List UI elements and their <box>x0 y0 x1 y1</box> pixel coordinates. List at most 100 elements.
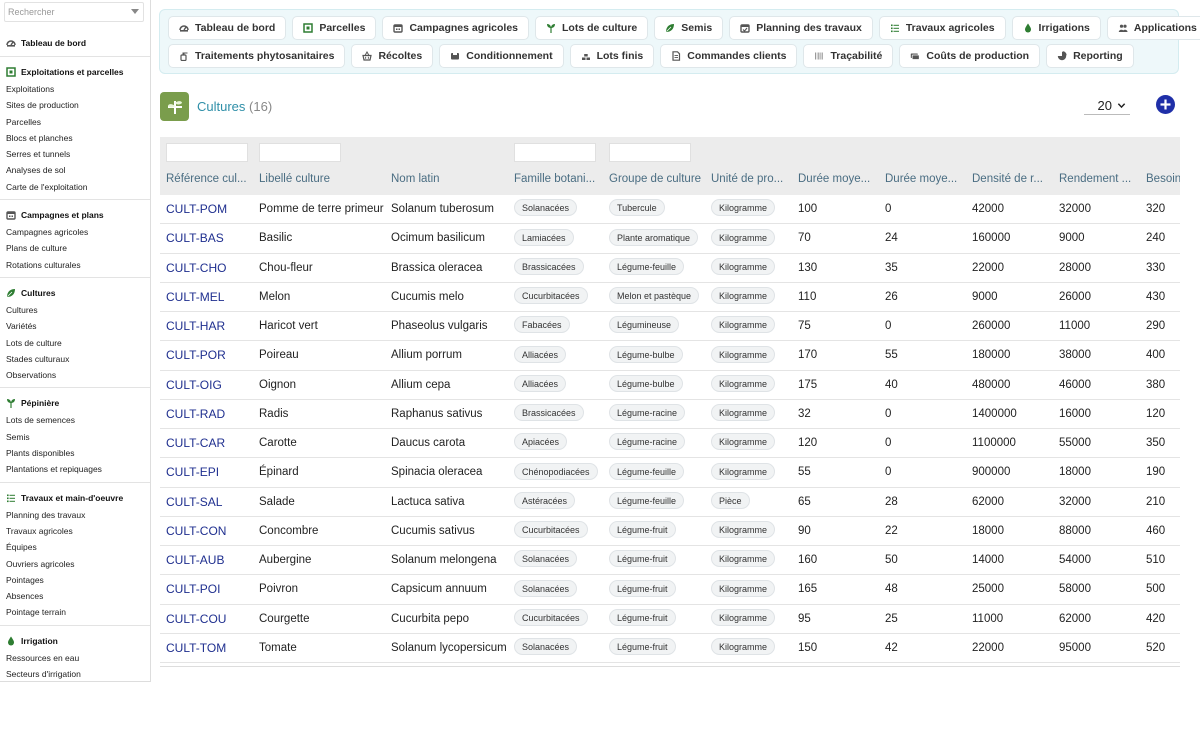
record-reference-link[interactable]: CULT-SAL <box>166 488 256 517</box>
sidebar-item-absences[interactable]: Absences <box>0 588 150 604</box>
nav-button-parcelles[interactable]: Parcelles <box>292 16 377 40</box>
record-reference-link[interactable]: CULT-POR <box>166 341 256 370</box>
sidebar-item-pointage-terrain[interactable]: Pointage terrain <box>0 604 150 620</box>
table-row[interactable]: CULT-CON Concombre Cucumis sativus Cucurbit… <box>160 516 1180 546</box>
column-filter-input[interactable] <box>514 143 596 162</box>
nav-button-irrigations[interactable]: Irrigations <box>1011 16 1101 40</box>
page-size-select[interactable]: 20 <box>1084 96 1130 115</box>
sidebar-item-planning-des-travaux[interactable]: Planning des travaux <box>0 507 150 523</box>
sidebar-item-plans-de-culture[interactable]: Plans de culture <box>0 240 150 256</box>
chevron-down-icon[interactable] <box>131 9 139 14</box>
sidebar-item-plants-disponibles[interactable]: Plants disponibles <box>0 445 150 461</box>
record-reference-link[interactable]: CULT-EPI <box>166 458 256 487</box>
record-reference-link[interactable]: CULT-CON <box>166 517 256 546</box>
sidebar-section-header[interactable]: Irrigation <box>0 632 150 650</box>
table-row[interactable]: CULT-RAD Radis Raphanus sativus Brassicacée… <box>160 399 1180 429</box>
sidebar-item-carte-de-l-exploitation[interactable]: Carte de l'exploitation <box>0 179 150 195</box>
sidebar-item-lots-de-culture[interactable]: Lots de culture <box>0 335 150 351</box>
column-header[interactable]: Besoin <box>1146 173 1180 185</box>
column-filter-input[interactable] <box>609 143 691 162</box>
sidebar-item-serres-et-tunnels[interactable]: Serres et tunnels <box>0 146 150 162</box>
search-input[interactable] <box>5 3 143 21</box>
nav-button-tracabilite[interactable]: Traçabilité <box>803 44 894 68</box>
table-row[interactable]: CULT-EPI Épinard Spinacia oleracea Chénopod… <box>160 458 1180 488</box>
table-row[interactable]: CULT-OIG Oignon Allium cepa Alliacées Légume… <box>160 370 1180 400</box>
record-reference-link[interactable]: CULT-CHO <box>166 254 256 283</box>
nav-button-lots-finis[interactable]: Lots finis <box>569 44 655 68</box>
table-row[interactable]: CULT-BAS Basilic Ocimum basilicum Lamiacées… <box>160 224 1180 254</box>
sidebar-item-pointages[interactable]: Pointages <box>0 572 150 588</box>
table-row[interactable]: CULT-POR Poireau Allium porrum Alliacées Lég… <box>160 341 1180 371</box>
nav-button-commandes-clients[interactable]: Commandes clients <box>660 44 798 68</box>
column-header[interactable]: Durée moye... <box>798 173 878 185</box>
table-row[interactable]: CULT-SAL Salade Lactuca sativa Astéracées Lé… <box>160 487 1180 517</box>
sidebar-item-stades-culturaux[interactable]: Stades culturaux <box>0 351 150 367</box>
nav-button-tableau-de-bord[interactable]: Tableau de bord <box>168 16 287 40</box>
table-row[interactable]: CULT-HAR Haricot vert Phaseolus vulgaris Fa… <box>160 312 1180 342</box>
column-header[interactable]: Durée moye... <box>885 173 965 185</box>
sidebar-section-header[interactable]: Tableau de bord <box>0 34 150 52</box>
add-record-button[interactable] <box>1156 95 1175 114</box>
table-row[interactable]: CULT-AUB Aubergine Solanum melongena Solana… <box>160 546 1180 576</box>
nav-button-couts-de-production[interactable]: Coûts de production <box>899 44 1041 68</box>
nav-button-lots-de-culture[interactable]: Lots de culture <box>535 16 649 40</box>
sidebar-item-cultures[interactable]: Cultures <box>0 302 150 318</box>
table-row[interactable]: CULT-COU Courgette Cucurbita pepo Cucurbita… <box>160 604 1180 634</box>
nav-button-reporting[interactable]: Reporting <box>1046 44 1134 68</box>
record-reference-link[interactable]: CULT-OIG <box>166 371 256 400</box>
column-header[interactable]: Libellé culture <box>259 173 384 185</box>
sidebar-item-parcelles[interactable]: Parcelles <box>0 114 150 130</box>
sidebar-item-ressources-en-eau[interactable]: Ressources en eau <box>0 650 150 666</box>
sidebar-item-exploitations[interactable]: Exploitations <box>0 81 150 97</box>
sidebar-item-ouvriers-agricoles[interactable]: Ouvriers agricoles <box>0 556 150 572</box>
sidebar-search[interactable] <box>4 2 144 22</box>
record-reference-link[interactable]: CULT-COU <box>166 605 256 634</box>
record-reference-link[interactable]: CULT-RAD <box>166 400 256 429</box>
table-row[interactable]: CULT-POM Pomme de terre primeur Solanum tu… <box>160 195 1180 225</box>
table-row[interactable]: CULT-TOM Tomate Solanum lycopersicum Solana… <box>160 633 1180 663</box>
sidebar-item-blocs-et-planches[interactable]: Blocs et planches <box>0 130 150 146</box>
column-header[interactable]: Nom latin <box>391 173 511 185</box>
record-reference-link[interactable]: CULT-MEL <box>166 283 256 312</box>
record-reference-link[interactable]: CULT-TOM <box>166 634 256 663</box>
nav-button-planning-des-travaux[interactable]: Planning des travaux <box>729 16 873 40</box>
sidebar-section-header[interactable]: Travaux et main-d'oeuvre <box>0 489 150 507</box>
column-filter-input[interactable] <box>259 143 341 162</box>
nav-button-recoltes[interactable]: Récoltes <box>351 44 434 68</box>
record-reference-link[interactable]: CULT-BAS <box>166 224 256 253</box>
column-filter-input[interactable] <box>166 143 248 162</box>
table-row[interactable]: CULT-POI Poivron Capsicum annuum Solanacées… <box>160 575 1180 605</box>
sidebar-item-semis[interactable]: Semis <box>0 429 150 445</box>
table-row[interactable]: CULT-CAR Carotte Daucus carota Apiacées Légu… <box>160 429 1180 459</box>
sidebar-item-plantations-et-repiquages[interactable]: Plantations et repiquages <box>0 461 150 477</box>
sidebar-item-campagnes-agricoles[interactable]: Campagnes agricoles <box>0 224 150 240</box>
sidebar-section-header[interactable]: Exploitations et parcelles <box>0 63 150 81</box>
sidebar-section-header[interactable]: Pépinière <box>0 394 150 412</box>
record-reference-link[interactable]: CULT-POM <box>166 195 256 224</box>
sidebar-item-travaux-agricoles[interactable]: Travaux agricoles <box>0 523 150 539</box>
table-row[interactable]: CULT-MEL Melon Cucumis melo Cucurbitacées Me… <box>160 282 1180 312</box>
column-header[interactable]: Référence cul... <box>166 173 248 185</box>
sidebar-item-equipes[interactable]: Équipes <box>0 539 150 555</box>
column-header[interactable]: Famille botani... <box>514 173 599 185</box>
sidebar-section-header[interactable]: Campagnes et plans <box>0 206 150 224</box>
sidebar-section-header[interactable]: Cultures <box>0 284 150 302</box>
sidebar-item-lots-de-semences[interactable]: Lots de semences <box>0 412 150 428</box>
sidebar-item-analyses-de-sol[interactable]: Analyses de sol <box>0 162 150 178</box>
record-reference-link[interactable]: CULT-POI <box>166 575 256 604</box>
sidebar-item-varietes[interactable]: Variétés <box>0 318 150 334</box>
column-header[interactable]: Densité de r... <box>972 173 1052 185</box>
nav-button-conditionnement[interactable]: Conditionnement <box>439 44 564 68</box>
table-row[interactable]: CULT-CHO Chou-fleur Brassica oleracea Brass… <box>160 253 1180 283</box>
sidebar-item-sites-de-production[interactable]: Sites de production <box>0 97 150 113</box>
sidebar-item-secteurs-d-irrigation[interactable]: Secteurs d'irrigation <box>0 666 150 681</box>
record-reference-link[interactable]: CULT-CAR <box>166 429 256 458</box>
column-header[interactable]: Groupe de culture <box>609 173 704 185</box>
nav-button-travaux-agricoles[interactable]: Travaux agricoles <box>878 16 1006 40</box>
sidebar-item-observations[interactable]: Observations <box>0 367 150 383</box>
nav-button-campagnes-agricoles[interactable]: Campagnes agricoles <box>382 16 529 40</box>
nav-button-semis[interactable]: Semis <box>654 16 724 40</box>
sidebar-item-rotations-culturales[interactable]: Rotations culturales <box>0 257 150 273</box>
nav-button-applications-d-engrais[interactable]: Applications d'engrais <box>1106 16 1200 40</box>
record-reference-link[interactable]: CULT-AUB <box>166 546 256 575</box>
